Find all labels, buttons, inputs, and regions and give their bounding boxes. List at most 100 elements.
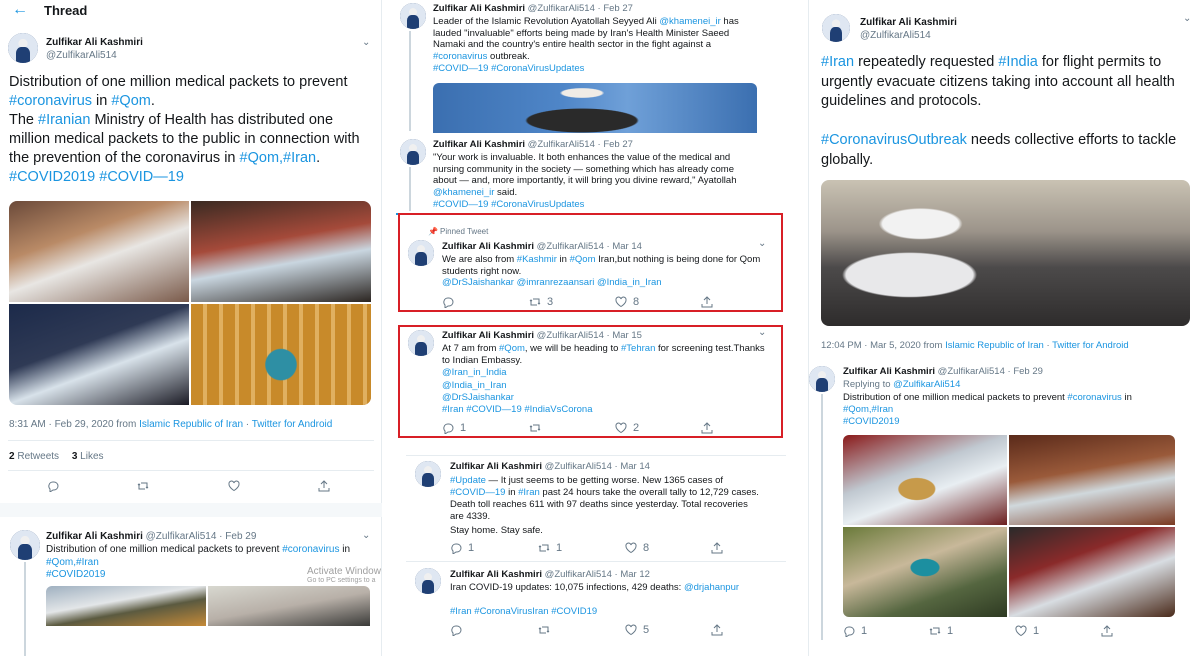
tweet-date[interactable]: · Mar 14 — [615, 461, 650, 472]
photo[interactable] — [46, 586, 206, 626]
mention-link[interactable]: @khamenei_ir — [659, 16, 720, 27]
hashtag-link[interactable]: #coronavirus — [282, 544, 339, 555]
retweets-label[interactable]: Retweets — [17, 451, 59, 462]
chevron-down-icon[interactable]: ⌄ — [1183, 13, 1191, 24]
hashtag-link[interactable]: #coronavirus — [1067, 392, 1121, 403]
author-name[interactable]: Zulfikar Ali Kashmiri — [433, 3, 525, 14]
hashtag-link[interactable]: #Qom,#Iran — [46, 557, 99, 568]
photo[interactable] — [9, 201, 189, 302]
likes-label[interactable]: Likes — [80, 451, 103, 462]
place-link[interactable]: Islamic Republic of Iran — [139, 419, 243, 430]
chevron-down-icon[interactable]: ⌄ — [362, 37, 370, 48]
source-link[interactable]: Twitter for Android — [1052, 340, 1129, 351]
hashtag-link[interactable]: #Iran — [821, 54, 854, 70]
avatar[interactable] — [408, 240, 434, 266]
hashtag-link[interactable]: #India — [998, 54, 1038, 70]
mention-link[interactable]: @khamenei_ir — [433, 187, 494, 198]
hashtag-link[interactable]: #COVID—19 #CoronaVirusUpdates — [433, 199, 584, 210]
retweet-button[interactable]: 1 — [929, 625, 953, 637]
hashtag-link[interactable]: #Iranian — [38, 112, 90, 128]
chevron-down-icon[interactable]: ⌄ — [758, 327, 766, 338]
hashtag-link[interactable]: #COVID—19 — [450, 487, 505, 498]
hashtag-link[interactable]: #Tehran — [621, 343, 655, 354]
author-name[interactable]: Zulfikar Ali Kashmiri — [860, 17, 957, 28]
photo[interactable] — [843, 527, 1007, 617]
author-name[interactable]: Zulfikar Ali Kashmiri — [433, 139, 525, 150]
avatar[interactable] — [400, 139, 426, 165]
reply-photo-strip[interactable] — [46, 586, 370, 626]
author-handle[interactable]: @ZulfikarAli514 — [46, 50, 117, 61]
reply-icon[interactable] — [47, 480, 59, 492]
photo-grid[interactable] — [9, 201, 371, 405]
reply-button[interactable]: 1 — [442, 422, 466, 434]
author-name[interactable]: Zulfikar Ali Kashmiri — [450, 461, 542, 472]
like-button[interactable]: 5 — [625, 624, 649, 636]
mention-link[interactable]: @Iran_in_India — [442, 367, 507, 378]
source-link[interactable]: Twitter for Android — [252, 419, 333, 430]
retweet-icon[interactable] — [538, 624, 550, 636]
author-handle[interactable]: @ZulfikarAli514 — [938, 366, 1005, 377]
mention-link[interactable]: @DrSJaishankar — [442, 392, 514, 403]
avatar[interactable] — [400, 3, 426, 29]
tweet-date[interactable]: · Feb 27 — [598, 139, 633, 150]
photo[interactable] — [191, 304, 371, 405]
hashtag-link[interactable]: #COVID—19 #CoronaVirusUpdates — [433, 63, 584, 74]
tweet-date[interactable]: · Mar 12 — [615, 569, 650, 580]
share-icon[interactable] — [701, 422, 713, 434]
avatar[interactable] — [10, 530, 40, 560]
mention-link[interactable]: @DrSJaishankar @imranrezaansari @India_i… — [442, 277, 662, 288]
timestamp[interactable]: 12:04 PM · Mar 5, 2020 from — [821, 340, 945, 351]
author-handle[interactable]: @ZulfikarAli514 — [528, 3, 595, 14]
mention-link[interactable]: @India_in_Iran — [442, 380, 507, 391]
tweet-date[interactable]: · Mar 15 — [607, 330, 642, 341]
reply-icon[interactable] — [442, 296, 454, 308]
author-handle[interactable]: @ZulfikarAli514 — [860, 30, 931, 41]
avatar[interactable] — [415, 461, 441, 487]
hashtag-link[interactable]: #COVID2019 — [843, 416, 900, 427]
author-handle[interactable]: @ZulfikarAli514 — [528, 139, 595, 150]
hashtag-link[interactable]: #Iran — [518, 487, 540, 498]
hashtag-link[interactable]: #Update — [450, 475, 486, 486]
photo[interactable] — [9, 304, 189, 405]
hashtag-link[interactable]: #coronavirus — [9, 93, 92, 109]
hashtag-link[interactable]: #Qom,#Iran — [240, 150, 317, 166]
hashtag-link[interactable]: #Qom — [570, 254, 596, 265]
avatar[interactable] — [8, 33, 38, 63]
place-link[interactable]: Islamic Republic of Iran — [945, 340, 1044, 351]
like-button[interactable]: 1 — [1015, 625, 1039, 637]
author-name[interactable]: Zulfikar Ali Kashmiri — [843, 366, 935, 377]
avatar[interactable] — [822, 14, 850, 42]
chevron-down-icon[interactable]: ⌄ — [758, 238, 766, 249]
retweet-button[interactable]: 3 — [529, 296, 553, 308]
author-name[interactable]: Zulfikar Ali Kashmiri — [442, 330, 534, 341]
share-icon[interactable] — [1101, 625, 1113, 637]
author-name[interactable]: Zulfikar Ali Kashmiri — [46, 531, 143, 542]
author-name[interactable]: Zulfikar Ali Kashmiri — [46, 37, 143, 48]
reply-button[interactable]: 1 — [450, 542, 474, 554]
hashtag-link[interactable]: #Iran #COVID—19 #IndiaVsCorona — [442, 404, 593, 415]
mention-link[interactable]: @drjahanpur — [684, 582, 739, 593]
timestamp[interactable]: 8:31 AM · Feb 29, 2020 from — [9, 419, 139, 430]
author-handle[interactable]: @ZulfikarAli514 — [537, 330, 604, 341]
reply-icon[interactable] — [450, 624, 462, 636]
author-name[interactable]: Zulfikar Ali Kashmiri — [450, 569, 542, 580]
like-button[interactable]: 8 — [625, 542, 649, 554]
heart-icon[interactable] — [228, 480, 240, 492]
share-icon[interactable] — [711, 624, 723, 636]
chevron-down-icon[interactable]: ⌄ — [362, 530, 370, 541]
photo[interactable] — [1009, 435, 1175, 525]
hashtag-link[interactable]: #COVID2019 #COVID—19 — [9, 169, 184, 185]
retweet-icon[interactable] — [137, 480, 149, 492]
avatar[interactable] — [408, 330, 434, 356]
hashtag-link[interactable]: #Qom — [499, 343, 525, 354]
like-button[interactable]: 8 — [615, 296, 639, 308]
tweet-date[interactable]: · Feb 29 — [1008, 366, 1043, 377]
hashtag-link[interactable]: #Kashmir — [517, 254, 557, 265]
like-button[interactable]: 2 — [615, 422, 639, 434]
hashtag-link[interactable]: #Iran #CoronaVirusIran #COVID19 — [450, 606, 597, 617]
author-name[interactable]: Zulfikar Ali Kashmiri — [442, 241, 534, 252]
photo-grid[interactable] — [843, 435, 1175, 617]
reply-button[interactable]: 1 — [843, 625, 867, 637]
photo[interactable] — [208, 586, 370, 626]
tweet-date[interactable]: · Feb 27 — [598, 3, 633, 14]
